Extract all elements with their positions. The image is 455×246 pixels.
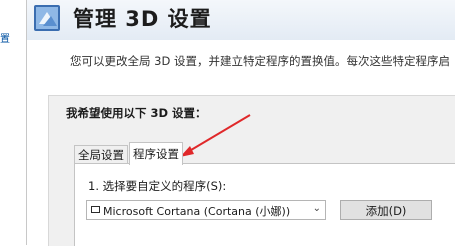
- page-header: 管理 3D 设置: [27, 0, 455, 40]
- select-program-label: 1. 选择要自定义的程序(S):: [88, 179, 227, 193]
- selected-program-value: Microsoft Cortana (Cortana (小娜)): [103, 205, 291, 218]
- nav-item-fragment[interactable]: 置: [0, 30, 10, 45]
- add-program-button[interactable]: 添加(D): [340, 200, 432, 220]
- left-navigation-pane: 置: [0, 0, 27, 245]
- program-select-dropdown[interactable]: Microsoft Cortana (Cortana (小娜)) ⌄: [86, 200, 326, 220]
- program-window-icon: [91, 206, 100, 213]
- page-description: 您可以更改全局 3D 设置，并建立特定程序的置换值。每次这些特定程序启: [70, 54, 450, 68]
- tab-global-settings[interactable]: 全局设置: [74, 145, 128, 164]
- page-title: 管理 3D 设置: [73, 7, 212, 31]
- panel-heading: 我希望使用以下 3D 设置：: [66, 106, 207, 120]
- tab-program-settings[interactable]: 程序设置: [129, 142, 183, 165]
- 3d-settings-icon: [33, 4, 61, 32]
- chevron-down-icon: ⌄: [312, 203, 321, 214]
